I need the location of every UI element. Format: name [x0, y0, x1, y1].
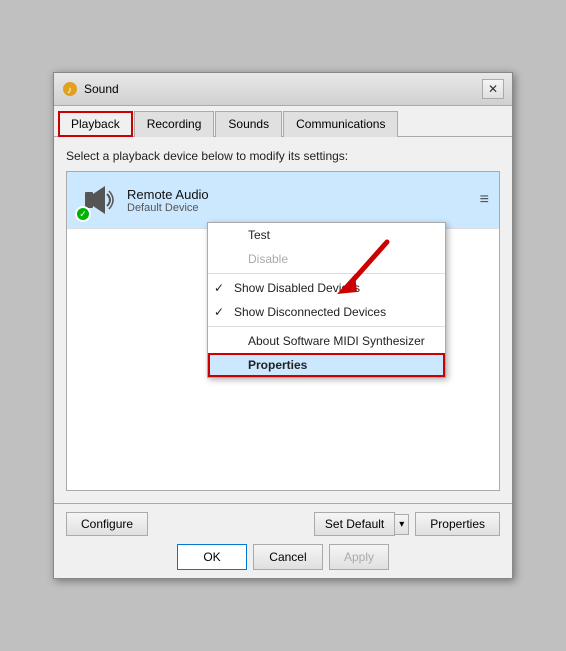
check-show-disconnected: ✓: [214, 305, 228, 319]
configure-button[interactable]: Configure: [66, 512, 148, 536]
menu-label-disable: Disable: [248, 252, 288, 266]
set-default-button[interactable]: Set Default: [314, 512, 395, 536]
dialog-title: Sound: [84, 82, 119, 96]
ok-button[interactable]: OK: [177, 544, 247, 570]
menu-label-about-midi: About Software MIDI Synthesizer: [248, 334, 425, 348]
tab-playback[interactable]: Playback: [58, 111, 133, 137]
device-status: Default Device: [127, 202, 470, 214]
sound-title-icon: ♪: [62, 81, 78, 97]
device-list: ✓ Remote Audio Default Device ≡ Test Dis…: [66, 171, 500, 491]
title-bar-left: ♪ Sound: [62, 81, 119, 97]
cancel-button[interactable]: Cancel: [253, 544, 323, 570]
menu-item-about-midi[interactable]: About Software MIDI Synthesizer: [208, 329, 445, 353]
close-button[interactable]: ✕: [482, 79, 504, 99]
menu-label-show-disconnected: Show Disconnected Devices: [234, 305, 386, 319]
bottom-bar: Configure Set Default ▾ Properties OK Ca…: [54, 503, 512, 578]
set-default-dropdown[interactable]: ▾: [395, 514, 409, 535]
list-options-icon: ≡: [480, 191, 489, 209]
menu-item-show-disabled[interactable]: ✓ Show Disabled Devices: [208, 276, 445, 300]
ok-cancel-row: OK Cancel Apply: [66, 544, 500, 570]
menu-item-disable: Disable: [208, 247, 445, 271]
properties-button[interactable]: Properties: [415, 512, 500, 536]
context-menu: Test Disable ✓ Show Disabled Devices ✓ S…: [207, 222, 446, 378]
bottom-row1: Configure Set Default ▾ Properties: [66, 512, 500, 536]
device-name: Remote Audio: [127, 187, 470, 202]
sound-dialog: ♪ Sound ✕ Playback Recording Sounds Comm…: [53, 72, 513, 579]
tab-communications[interactable]: Communications: [283, 111, 398, 137]
device-icon: ✓: [77, 180, 117, 220]
tab-content: Select a playback device below to modify…: [54, 137, 512, 503]
menu-label-properties: Properties: [248, 358, 307, 372]
description-text: Select a playback device below to modify…: [66, 149, 500, 163]
menu-separator-1: [208, 273, 445, 274]
menu-label-test: Test: [248, 228, 270, 242]
set-default-group: Set Default ▾: [314, 512, 409, 536]
tab-sounds[interactable]: Sounds: [215, 111, 282, 137]
tab-bar: Playback Recording Sounds Communications: [54, 106, 512, 137]
title-bar: ♪ Sound ✕: [54, 73, 512, 106]
menu-item-show-disconnected[interactable]: ✓ Show Disconnected Devices: [208, 300, 445, 324]
device-item-remote-audio[interactable]: ✓ Remote Audio Default Device ≡: [67, 172, 499, 229]
menu-label-show-disabled: Show Disabled Devices: [234, 281, 360, 295]
device-info: Remote Audio Default Device: [127, 187, 470, 214]
svg-text:♪: ♪: [67, 85, 72, 96]
menu-item-test[interactable]: Test: [208, 223, 445, 247]
menu-item-properties[interactable]: Properties: [208, 353, 445, 377]
check-show-disabled: ✓: [214, 281, 228, 295]
tab-recording[interactable]: Recording: [134, 111, 215, 137]
menu-separator-2: [208, 326, 445, 327]
apply-button[interactable]: Apply: [329, 544, 389, 570]
